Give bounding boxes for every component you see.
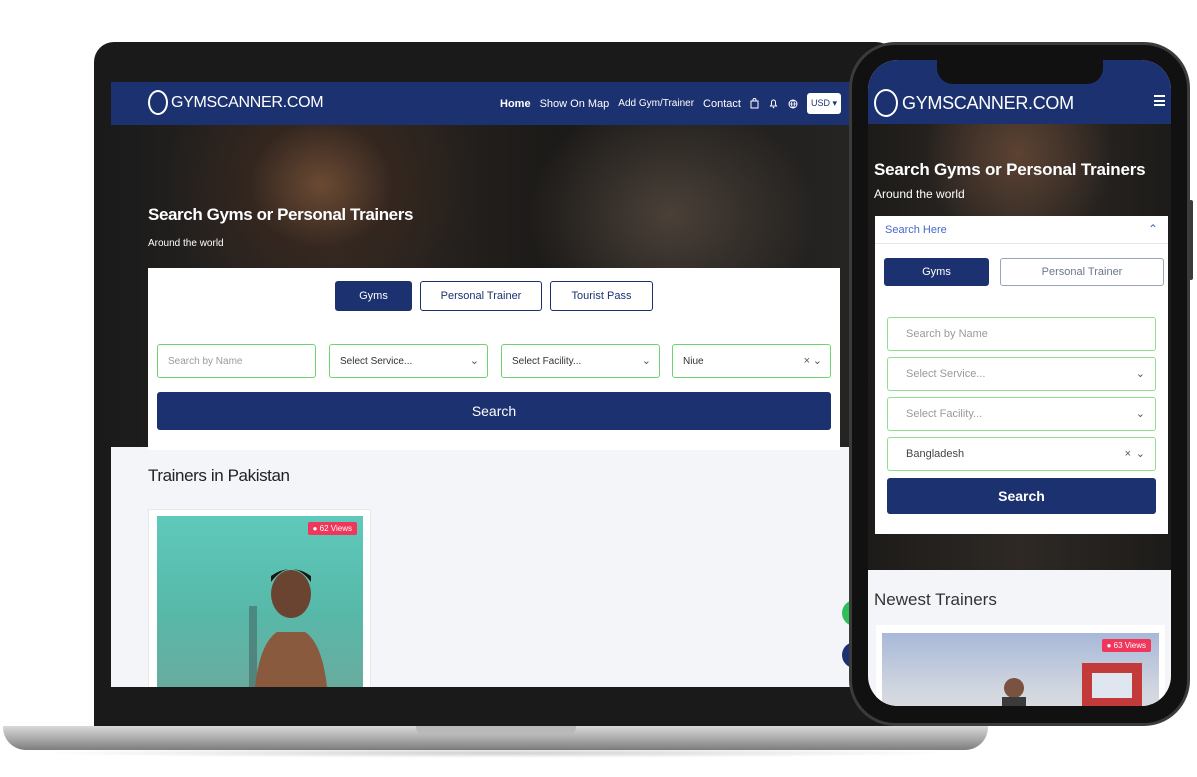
chevron-down-icon[interactable]: ⌄ bbox=[813, 354, 822, 367]
select-facility-dropdown[interactable]: Select Facility... ⌄ bbox=[501, 344, 660, 378]
laptop-hinge-notch bbox=[416, 726, 576, 735]
country-select[interactable]: Niue × ⌄ bbox=[672, 344, 831, 378]
nav-menu: Home Show On Map Add Gym/Trainer Contact… bbox=[500, 82, 841, 125]
mobile-search-by-name-input[interactable]: Search by Name bbox=[887, 317, 1156, 351]
select-service-value: Select Service... bbox=[906, 368, 986, 380]
site-logo[interactable]: GYMSCANNER.COM bbox=[148, 90, 324, 115]
search-by-name-input[interactable]: Search by Name bbox=[157, 344, 316, 378]
select-facility-value: Select Facility... bbox=[906, 408, 983, 420]
search-here-toggle[interactable]: Search Here ⌃ bbox=[875, 216, 1168, 244]
nav-show-on-map-link[interactable]: Show On Map bbox=[540, 98, 610, 110]
chevron-down-icon[interactable]: ⌄ bbox=[1136, 447, 1145, 460]
logo-text: GYMSCANNER.COM bbox=[171, 93, 324, 111]
chevron-down-icon: ⌄ bbox=[469, 355, 479, 367]
shopping-bag-icon[interactable] bbox=[750, 98, 760, 110]
mobile-site-logo[interactable]: GYMSCANNER.COM bbox=[874, 89, 1074, 117]
search-card: Gyms Personal Trainer Tourist Pass Searc… bbox=[148, 268, 840, 450]
tab-tourist-pass[interactable]: Tourist Pass bbox=[550, 281, 653, 311]
currency-selector[interactable]: USD ▾ bbox=[806, 93, 841, 114]
logo-ring-icon bbox=[148, 90, 168, 115]
trainer-card[interactable]: ● 62 Views bbox=[148, 509, 371, 687]
phone-screen: GYMSCANNER.COM Search Gyms or Personal T… bbox=[868, 60, 1171, 706]
mobile-select-facility-dropdown[interactable]: Select Facility... ⌄ bbox=[887, 397, 1156, 431]
hamburger-menu-icon[interactable] bbox=[1154, 95, 1165, 106]
nav-contact-link[interactable]: Contact bbox=[703, 98, 741, 110]
hero-title: Search Gyms or Personal Trainers bbox=[148, 205, 414, 224]
search-here-label: Search Here bbox=[885, 224, 947, 236]
select-service-dropdown[interactable]: Select Service... ⌄ bbox=[329, 344, 488, 378]
trainer-figure bbox=[249, 569, 327, 687]
mobile-trainer-card[interactable]: ● 63 Views bbox=[876, 625, 1165, 706]
trainer-photo: ● 62 Views bbox=[157, 516, 363, 687]
mobile-tab-personal-trainer[interactable]: Personal Trainer bbox=[1000, 258, 1164, 286]
search-button[interactable]: Search bbox=[157, 392, 831, 430]
country-value: Niue bbox=[683, 355, 704, 367]
clear-icon[interactable]: × bbox=[1125, 448, 1131, 460]
chevron-down-icon: ⌄ bbox=[1135, 368, 1145, 380]
device-mockup: GYMSCANNER.COM Home Show On Map Add Gym/… bbox=[0, 0, 1197, 777]
mobile-search-panel: Search Here ⌃ Gyms Personal Trainer Sear… bbox=[875, 216, 1168, 534]
globe-icon[interactable] bbox=[788, 98, 798, 110]
mobile-hero-title: Search Gyms or Personal Trainers bbox=[874, 160, 1146, 179]
phone-notch bbox=[937, 58, 1103, 84]
laptop-shadow bbox=[30, 748, 960, 758]
views-badge: ● 63 Views bbox=[1101, 639, 1151, 652]
tab-personal-trainer[interactable]: Personal Trainer bbox=[420, 281, 542, 311]
nav-add-gym-link[interactable]: Add Gym/Trainer bbox=[618, 98, 694, 109]
mobile-select-service-dropdown[interactable]: Select Service... ⌄ bbox=[887, 357, 1156, 391]
phone-side-button bbox=[1189, 200, 1193, 280]
select-facility-value: Select Facility... bbox=[512, 355, 582, 367]
views-badge: ● 62 Views bbox=[307, 522, 357, 535]
country-value: Bangladesh bbox=[906, 448, 965, 460]
mobile-search-button[interactable]: Search bbox=[887, 478, 1156, 514]
chevron-down-icon: ⌄ bbox=[641, 355, 651, 367]
select-service-value: Select Service... bbox=[340, 355, 413, 367]
laptop-screen: GYMSCANNER.COM Home Show On Map Add Gym/… bbox=[111, 82, 851, 687]
mobile-country-select[interactable]: Bangladesh × ⌄ bbox=[887, 437, 1156, 471]
section-title: Trainers in Pakistan bbox=[148, 466, 290, 485]
logo-ring-icon bbox=[874, 89, 898, 117]
chevron-down-icon: ⌄ bbox=[1135, 408, 1145, 420]
mobile-trainer-photo: ● 63 Views bbox=[882, 633, 1159, 706]
hero-subtitle: Around the world bbox=[148, 238, 224, 249]
top-navbar: GYMSCANNER.COM Home Show On Map Add Gym/… bbox=[111, 82, 851, 125]
mobile-tab-gyms[interactable]: Gyms bbox=[884, 258, 989, 286]
logo-text: GYMSCANNER.COM bbox=[902, 92, 1074, 113]
bell-icon[interactable] bbox=[769, 98, 779, 110]
nav-home-link[interactable]: Home bbox=[500, 98, 531, 110]
mobile-hero-subtitle: Around the world bbox=[874, 187, 965, 201]
chevron-up-icon: ⌃ bbox=[1147, 222, 1158, 236]
tab-gyms[interactable]: Gyms bbox=[335, 281, 412, 311]
mobile-section-title: Newest Trainers bbox=[874, 590, 997, 609]
hero-banner: Search Gyms or Personal Trainers Around … bbox=[111, 125, 851, 450]
clear-icon[interactable]: × bbox=[804, 355, 810, 367]
